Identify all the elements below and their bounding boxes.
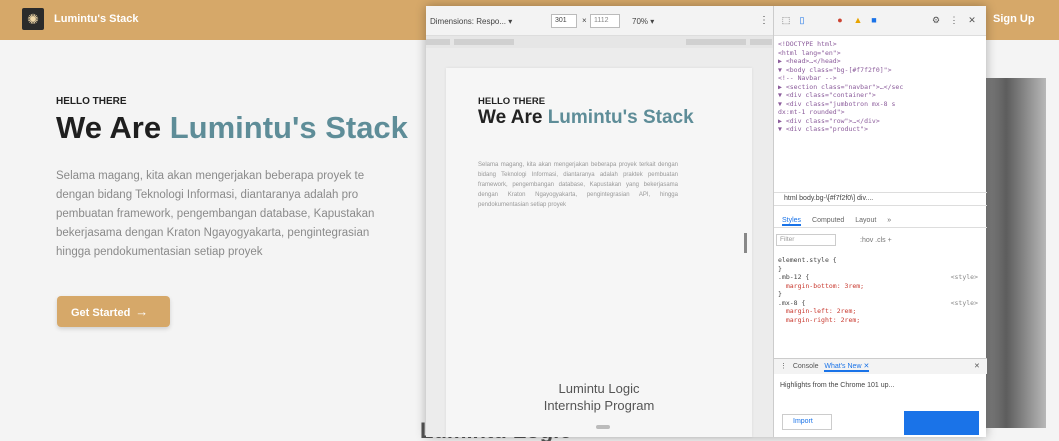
mobile-footer-heading: Lumintu Logic Internship Program <box>446 380 752 414</box>
whats-new-banner <box>904 411 979 435</box>
emulated-viewport: HELLO THERE We Are Lumintu's Stack Selam… <box>426 48 773 437</box>
dom-node[interactable]: ▼ <div class="container"> <box>778 91 983 100</box>
device-toggle-icon[interactable]: ▯ <box>796 14 808 26</box>
device-toolbar: Dimensions: Respo... ▾ 301 × 1112 70% ▾ … <box>426 6 773 36</box>
mobile-footer-line: Internship Program <box>543 398 655 413</box>
arrow-right-icon: → <box>135 304 149 319</box>
mobile-title-accent: Lumintu's Stack <box>547 107 694 128</box>
hero-line: pembuatan framework, pengembangan databa… <box>56 208 375 220</box>
import-button[interactable]: Import <box>782 414 832 430</box>
css-line: } <box>778 264 782 273</box>
hero-paragraph: Selama magang, kita akan mengerjakan beb… <box>56 167 431 262</box>
drawer-menu-icon[interactable]: ⋮ <box>780 363 787 370</box>
css-line: margin-right: 2rem; <box>785 315 861 324</box>
dom-node[interactable]: ▼ <div class="jumbotron mx-8 s <box>778 100 983 109</box>
css-source-link[interactable]: <style> <box>951 299 978 308</box>
hero-line: Selama magang, kita akan mengerjakan beb… <box>56 170 365 182</box>
tab-console[interactable]: Console <box>793 363 819 370</box>
get-started-button[interactable]: Get Started → <box>57 296 170 327</box>
more-options-icon[interactable]: ⋮ <box>759 15 769 26</box>
hero-title: We Are Lumintu's Stack <box>56 110 408 146</box>
info-icon[interactable]: ■ <box>868 14 880 26</box>
hero-line: dengan bidang Teknologi Informasi, diant… <box>56 189 359 201</box>
tab-computed[interactable]: Computed <box>812 217 844 224</box>
tab-styles[interactable]: Styles <box>782 217 802 226</box>
tab-whats-new[interactable]: What's New ✕ <box>824 363 870 372</box>
close-icon[interactable]: ✕ <box>966 14 978 26</box>
devtools-panel: ⬚ ▯ ● ▲ ■ ⚙ ⋮ ✕ <!DOCTYPE html> <html la… <box>773 6 987 437</box>
dom-node[interactable]: ▼ <div class="product"> <box>778 125 983 134</box>
viewport-width-input[interactable]: 301 <box>551 14 577 28</box>
dom-node[interactable]: <!-- Navbar --> <box>778 74 983 83</box>
mobile-footer-line: Lumintu Logic <box>558 381 640 396</box>
inspect-element-icon[interactable]: ⬚ <box>780 14 792 26</box>
css-rules: element.style { } .mb-12 {<style> margin… <box>778 256 978 324</box>
kebab-icon[interactable]: ⋮ <box>948 14 960 26</box>
tab-more[interactable]: » <box>887 217 891 224</box>
close-drawer-icon[interactable]: ✕ <box>974 359 980 375</box>
styles-tabbar: Styles Computed Layout » <box>774 214 987 228</box>
mobile-title: We Are Lumintu's Stack <box>478 108 718 128</box>
hero-title-accent: Lumintu's Stack <box>169 110 408 145</box>
tab-layout[interactable]: Layout <box>855 217 876 224</box>
hero-line: bekerjasama dengan Kraton Ngayogyakarta,… <box>56 227 370 239</box>
dom-node[interactable]: ▶ <section class="navbar">…</sec <box>778 83 983 92</box>
bottom-resize-handle[interactable] <box>596 425 610 429</box>
hero-eyebrow: HELLO THERE <box>56 96 127 107</box>
hero-title-prefix: We Are <box>56 110 170 145</box>
gear-icon[interactable]: ⚙ <box>930 14 942 26</box>
dom-node[interactable]: ▶ <head>…</head> <box>778 57 983 66</box>
get-started-label: Get Started <box>71 307 131 319</box>
dom-node[interactable]: ▶ <div class="row">…</div> <box>778 117 983 126</box>
mobile-eyebrow: HELLO THERE <box>478 96 546 107</box>
dom-tree: <!DOCTYPE html> <html lang="en"> ▶ <head… <box>778 40 983 134</box>
dom-breadcrumb[interactable]: html body.bg-\[#f7f2f0\] div.... <box>774 192 987 206</box>
viewport-resize-handle[interactable] <box>744 233 747 253</box>
css-line: margin-bottom: 3rem; <box>785 281 865 290</box>
css-line: .mx-8 {<style> <box>778 298 978 308</box>
warning-icon[interactable]: ▲ <box>852 14 864 26</box>
devtools-tabbar: ⬚ ▯ ● ▲ ■ ⚙ ⋮ ✕ <box>774 6 986 36</box>
mobile-title-prefix: We Are <box>478 107 548 128</box>
dom-node[interactable]: ▼ <body class="bg-[#f7f2f0]"> <box>778 66 983 75</box>
times-icon: × <box>582 16 587 25</box>
dimensions-select[interactable]: Dimensions: Respo... ▾ <box>430 17 512 26</box>
brand-name[interactable]: Lumintu's Stack <box>54 13 139 25</box>
hero-image <box>980 78 1046 428</box>
sign-up-link[interactable]: Sign Up <box>993 13 1035 25</box>
css-source-link[interactable]: <style> <box>951 273 978 282</box>
hero-line: hingga pendokumentasian setiap proyek <box>56 246 263 258</box>
media-query-ruler <box>426 36 773 48</box>
error-icon[interactable]: ● <box>834 14 846 26</box>
styles-filter-input[interactable]: Filter <box>776 234 836 246</box>
dom-node[interactable]: <html lang="en"> <box>778 49 983 58</box>
zoom-select[interactable]: 70% ▾ <box>632 17 654 26</box>
styles-filter-actions[interactable]: :hov .cls + <box>860 237 892 244</box>
css-line: margin-left: 2rem; <box>785 307 857 315</box>
mobile-paragraph: Selama magang, kita akan mengerjakan beb… <box>478 162 678 208</box>
whats-new-text: Highlights from the Chrome 101 up... <box>780 382 895 389</box>
css-line: } <box>778 290 782 298</box>
viewport-height-input[interactable]: 1112 <box>590 14 620 28</box>
drawer-tabbar: ⋮ Console What's New ✕ ✕ <box>774 358 987 374</box>
css-line: .mb-12 {<style> <box>778 273 978 282</box>
mobile-page: HELLO THERE We Are Lumintu's Stack Selam… <box>446 68 752 437</box>
dom-node[interactable]: <!DOCTYPE html> <box>778 40 983 49</box>
dom-node[interactable]: dx:mt-1 rounded"> <box>778 108 983 117</box>
css-line: element.style { <box>778 256 837 264</box>
devtools-device-mode-window: Dimensions: Respo... ▾ 301 × 1112 70% ▾ … <box>426 6 987 437</box>
brand-logo-icon[interactable]: ✺ <box>22 8 44 30</box>
